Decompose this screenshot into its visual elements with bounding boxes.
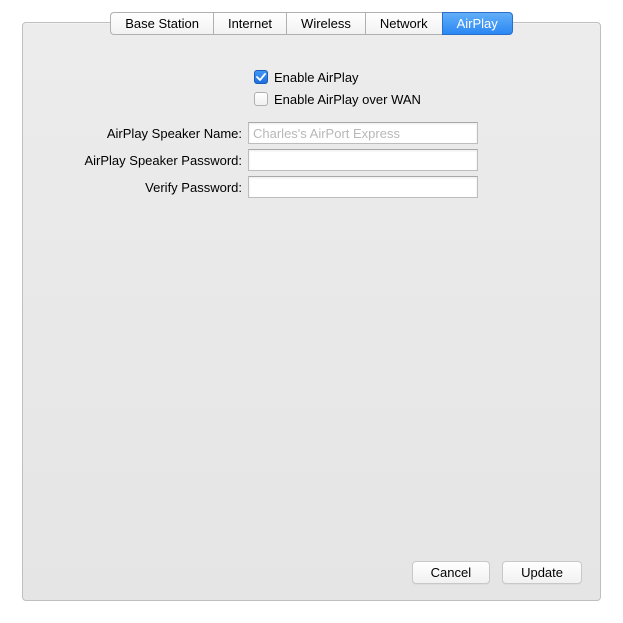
tab-internet[interactable]: Internet bbox=[213, 12, 286, 35]
button-bar: Cancel Update bbox=[412, 561, 582, 584]
enable-airplay-label: Enable AirPlay bbox=[274, 70, 359, 85]
enable-airplay-wan-checkbox[interactable] bbox=[254, 92, 268, 106]
tab-wireless[interactable]: Wireless bbox=[286, 12, 365, 35]
enable-airplay-checkbox[interactable] bbox=[254, 70, 268, 84]
checkbox-group: Enable AirPlay Enable AirPlay over WAN bbox=[43, 68, 580, 108]
verify-password-input[interactable] bbox=[248, 176, 478, 198]
tab-base-station[interactable]: Base Station bbox=[110, 12, 213, 35]
tab-airplay[interactable]: AirPlay bbox=[442, 12, 513, 35]
speaker-name-input[interactable] bbox=[248, 122, 478, 144]
speaker-name-label: AirPlay Speaker Name: bbox=[43, 126, 248, 141]
settings-panel: Base Station Internet Wireless Network A… bbox=[22, 22, 601, 601]
update-button[interactable]: Update bbox=[502, 561, 582, 584]
verify-password-label: Verify Password: bbox=[43, 180, 248, 195]
enable-airplay-wan-label: Enable AirPlay over WAN bbox=[274, 92, 421, 107]
speaker-password-input[interactable] bbox=[248, 149, 478, 171]
speaker-password-label: AirPlay Speaker Password: bbox=[43, 153, 248, 168]
form-area: Enable AirPlay Enable AirPlay over WAN A… bbox=[23, 68, 600, 198]
checkmark-icon bbox=[256, 72, 266, 82]
cancel-button[interactable]: Cancel bbox=[412, 561, 490, 584]
tab-network[interactable]: Network bbox=[365, 12, 442, 35]
tab-bar: Base Station Internet Wireless Network A… bbox=[23, 12, 600, 35]
